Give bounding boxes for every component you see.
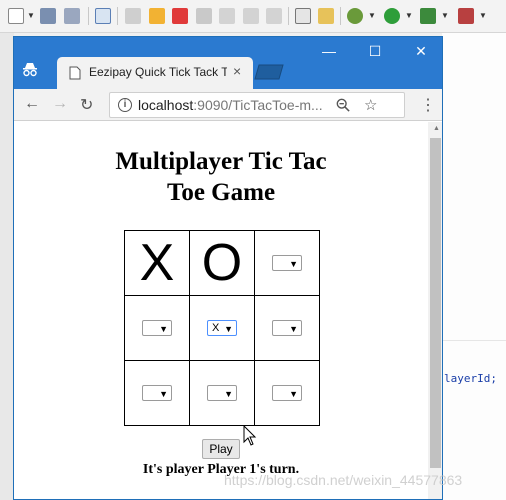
browser-window: Eezipay Quick Tick Tack T × — ☐ ✕ ← → ↻ … <box>13 36 443 500</box>
maximize-button[interactable]: ☐ <box>360 43 390 60</box>
external-tools-icon[interactable] <box>458 8 474 24</box>
board-cell-6: ▼ <box>254 295 320 361</box>
step-into-icon[interactable] <box>219 8 235 24</box>
dropdown-arrow-icon: ▼ <box>289 388 298 399</box>
watermark: https://blog.csdn.net/weixin_44577863 <box>224 472 463 488</box>
page-content: Multiplayer Tic Tac Toe Game X O ▼ ▼ X ▼ … <box>14 122 428 499</box>
coverage-icon[interactable] <box>420 8 436 24</box>
dropdown-arrow-icon: ▼ <box>289 323 298 334</box>
info-icon[interactable]: i <box>118 98 132 112</box>
address-bar: ← → ↻ i localhost:9090/TicTacToe-m... ☆ … <box>14 89 442 121</box>
dropdown-arrow-icon: ▼ <box>224 388 233 399</box>
board-cell-1: X <box>124 230 190 296</box>
forward-icon[interactable]: → <box>52 95 68 113</box>
cell-mark: O <box>201 234 243 292</box>
scroll-up-icon[interactable]: ▲ <box>433 125 440 132</box>
back-icon[interactable]: ← <box>24 95 40 113</box>
board-cell-9: ▼ <box>254 360 320 426</box>
cell-select[interactable]: ▼ <box>272 254 302 271</box>
game-board: X O ▼ ▼ X ▼ ▼ ▼ ▼ ▼ <box>124 230 320 426</box>
dropdown-arrow-icon: ▼ <box>159 388 168 399</box>
board-cell-7: ▼ <box>124 360 190 426</box>
save-icon[interactable] <box>40 8 56 24</box>
toolbar-separator <box>88 7 89 25</box>
cell-select[interactable]: ▼ <box>272 384 302 401</box>
play-button[interactable]: Play <box>202 439 240 459</box>
board-cell-3: ▼ <box>254 230 320 296</box>
step-return-icon[interactable] <box>266 8 282 24</box>
cell-mark: X <box>139 234 175 292</box>
new-tab-button[interactable] <box>254 64 284 80</box>
toolbar-separator <box>340 7 341 25</box>
reload-icon[interactable]: ↻ <box>80 95 93 115</box>
close-tab-button[interactable]: × <box>233 63 241 79</box>
board-cell-8: ▼ <box>189 360 255 426</box>
star-icon[interactable]: ☆ <box>364 96 377 114</box>
resume-icon[interactable] <box>125 8 141 24</box>
cell-select[interactable]: X ▼ <box>207 319 237 336</box>
scroll-thumb[interactable] <box>430 138 441 468</box>
dropdown-icon[interactable]: ▼ <box>441 11 449 20</box>
dropdown-icon[interactable]: ▼ <box>405 11 413 20</box>
hierarchy-icon[interactable] <box>318 8 334 24</box>
debug-icon[interactable] <box>347 8 363 24</box>
dropdown-arrow-icon: ▼ <box>159 323 168 334</box>
menu-icon[interactable]: ⋮ <box>420 95 436 115</box>
disconnect-icon[interactable] <box>196 8 212 24</box>
board-cell-2: O <box>189 230 255 296</box>
cell-select[interactable]: ▼ <box>142 319 172 336</box>
ide-code-text: layerId; <box>444 372 497 385</box>
new-file-icon[interactable] <box>8 8 24 24</box>
vertical-scrollbar[interactable]: ▲ <box>428 122 442 499</box>
incognito-icon <box>23 63 37 77</box>
dropdown-arrow-icon: ▼ <box>224 323 233 334</box>
dropdown-icon[interactable]: ▼ <box>27 11 35 20</box>
dropdown-icon[interactable]: ▼ <box>479 11 487 20</box>
ide-toolbar: ▼ ▼ ▼ ▼ ▼ <box>0 0 506 33</box>
toolbar-separator <box>117 7 118 25</box>
dropdown-arrow-icon: ▼ <box>289 258 298 269</box>
tab-title: Eezipay Quick Tick Tack T <box>89 65 227 79</box>
board-cell-4: ▼ <box>124 295 190 361</box>
url-input[interactable]: i localhost:9090/TicTacToe-m... ☆ <box>109 92 405 118</box>
save-all-icon[interactable] <box>64 8 80 24</box>
cell-select[interactable]: ▼ <box>207 384 237 401</box>
title-bar: Eezipay Quick Tick Tack T × — ☐ ✕ <box>14 37 442 89</box>
run-icon[interactable] <box>384 8 400 24</box>
ide-editor-area <box>442 33 506 500</box>
board-cell-5: X ▼ <box>189 295 255 361</box>
browser-tab[interactable]: Eezipay Quick Tick Tack T × <box>57 57 253 89</box>
terminate-icon[interactable] <box>172 8 188 24</box>
toolbar-separator <box>288 7 289 25</box>
cursor-icon <box>243 425 257 446</box>
close-window-button[interactable]: ✕ <box>406 43 436 60</box>
step-over-icon[interactable] <box>243 8 259 24</box>
skip-breakpoints-icon[interactable] <box>95 8 111 24</box>
cell-select[interactable]: ▼ <box>272 319 302 336</box>
cell-select[interactable]: ▼ <box>142 384 172 401</box>
minimize-button[interactable]: — <box>314 43 344 59</box>
dropdown-icon[interactable]: ▼ <box>368 11 376 20</box>
outline-icon[interactable] <box>295 8 311 24</box>
page-title: Multiplayer Tic Tac Toe Game <box>115 148 327 206</box>
divider <box>442 340 506 341</box>
suspend-icon[interactable] <box>149 8 165 24</box>
ide-left-panel <box>0 33 14 500</box>
zoom-icon[interactable] <box>336 98 350 112</box>
page-icon <box>69 66 81 80</box>
url-text[interactable]: localhost:9090/TicTacToe-m... <box>138 97 323 113</box>
